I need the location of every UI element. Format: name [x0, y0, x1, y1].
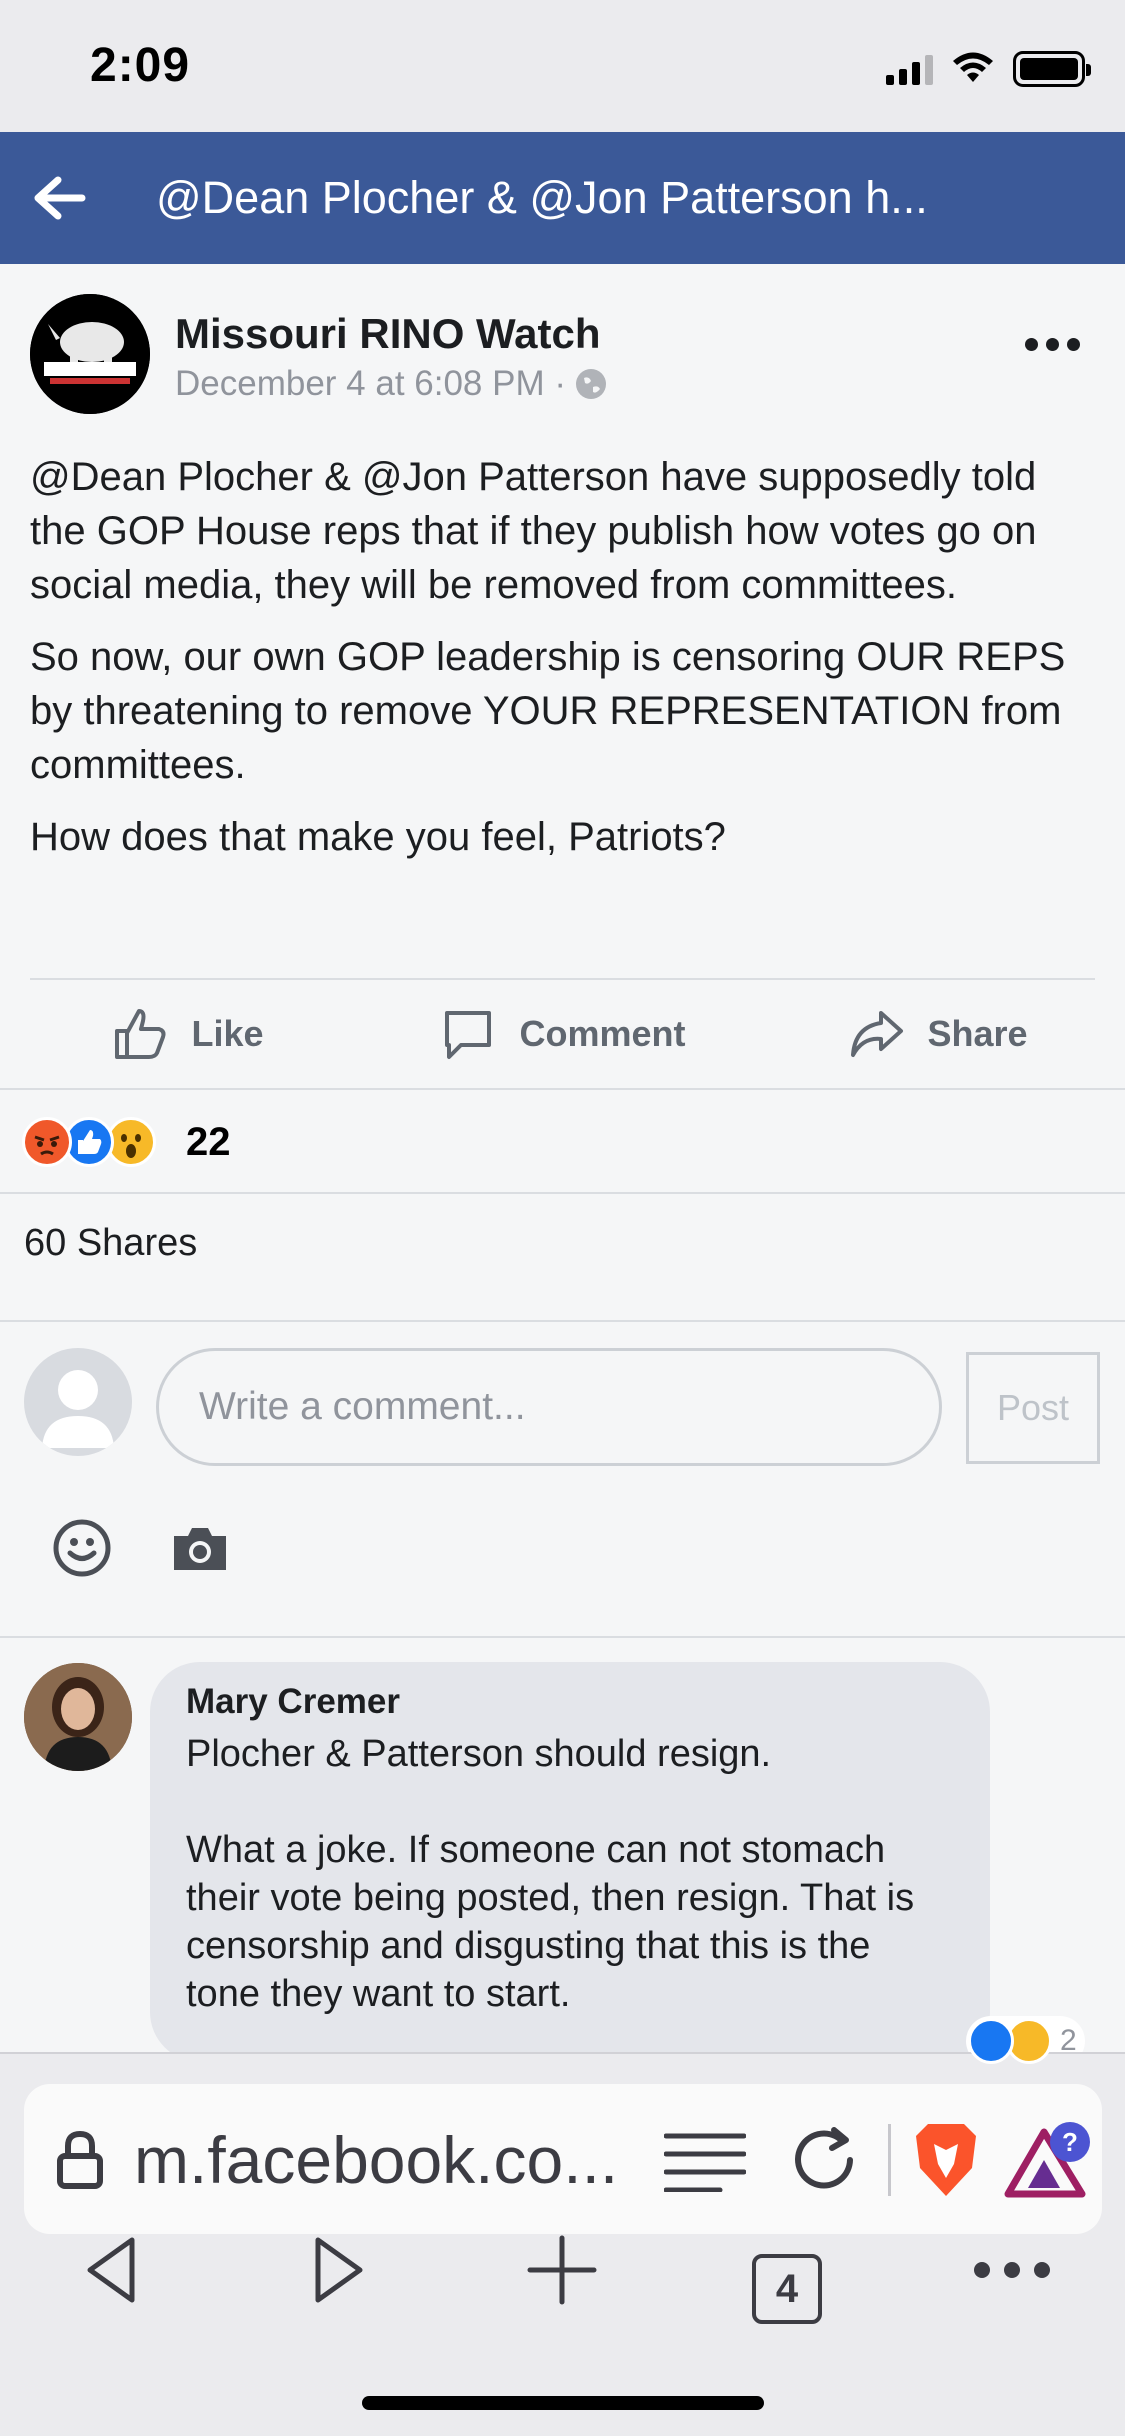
- wifi-icon: [953, 52, 993, 82]
- reload-icon[interactable]: [788, 2124, 862, 2196]
- comment-input[interactable]: Write a comment...: [156, 1348, 942, 1466]
- post-paragraph: @Dean Plocher & @Jon Patterson have supp…: [30, 455, 1037, 607]
- comment-placeholder: Write a comment...: [199, 1385, 526, 1428]
- thumbs-up-icon: [115, 1009, 166, 1059]
- like-button[interactable]: Like: [0, 980, 375, 1088]
- arrow-left-icon[interactable]: [30, 172, 90, 224]
- comment-text: Plocher & Patterson should resign. What …: [186, 1733, 915, 2015]
- divider: [888, 2124, 891, 2196]
- browser-toolbar: m.facebook.co... ? 4: [0, 2052, 1125, 2436]
- comment-author[interactable]: Mary Cremer: [186, 1682, 954, 1722]
- svg-text:?: ?: [1062, 2127, 1078, 2157]
- home-indicator[interactable]: [362, 2396, 764, 2410]
- user-avatar: [24, 1348, 132, 1456]
- chevron-right-icon[interactable]: [312, 2234, 366, 2306]
- divider: [0, 1192, 1125, 1194]
- brave-rewards-icon[interactable]: ?: [1004, 2120, 1090, 2200]
- comment-label: Comment: [519, 1013, 686, 1054]
- like-label: Like: [191, 1013, 264, 1054]
- share-label: Share: [927, 1013, 1028, 1054]
- tabs-icon[interactable]: 4: [752, 2254, 822, 2324]
- share-arrow-icon: [851, 1011, 904, 1057]
- reader-mode-icon[interactable]: [664, 2132, 746, 2192]
- reactions-summary[interactable]: 22: [22, 1115, 231, 1169]
- page-name[interactable]: Missouri RINO Watch: [175, 310, 600, 358]
- commenter-avatar[interactable]: [24, 1663, 132, 1771]
- chevron-left-icon[interactable]: [84, 2234, 138, 2306]
- post-actions: Like Comment Share: [0, 980, 1125, 1088]
- brave-shield-icon[interactable]: [910, 2120, 982, 2200]
- globe-icon: [576, 369, 606, 399]
- plus-icon[interactable]: [526, 2234, 598, 2306]
- post-timestamp-text: December 4 at 6:08 PM ·: [175, 364, 566, 403]
- ellipsis-icon[interactable]: [972, 2260, 1052, 2280]
- nav-header: @Dean Plocher & @Jon Patterson h...: [0, 132, 1125, 264]
- post-comment-button[interactable]: Post: [966, 1352, 1100, 1464]
- status-time: 2:09: [90, 39, 191, 92]
- nav-title: @Dean Plocher & @Jon Patterson h...: [156, 172, 928, 223]
- rhino-logo-icon: [30, 294, 150, 414]
- shares-count[interactable]: 60 Shares: [24, 1222, 197, 1265]
- post-body: @Dean Plocher & @Jon Patterson have supp…: [30, 450, 1100, 882]
- divider: [0, 1088, 1125, 1090]
- share-button[interactable]: Share: [750, 980, 1125, 1088]
- battery-icon: [1013, 51, 1091, 87]
- post-paragraph: How does that make you feel, Patriots?: [30, 815, 726, 859]
- divider: [0, 1636, 1125, 1638]
- reaction-count: 22: [186, 1119, 231, 1164]
- url-text: m.facebook.co...: [134, 2123, 619, 2197]
- more-icon[interactable]: [1025, 332, 1085, 356]
- address-bar[interactable]: m.facebook.co... ?: [24, 2084, 1102, 2234]
- comment-button[interactable]: Comment: [375, 980, 750, 1088]
- post-timestamp[interactable]: December 4 at 6:08 PM ·: [175, 364, 606, 404]
- post-header: Missouri RINO Watch December 4 at 6:08 P…: [0, 264, 1125, 444]
- like-reaction-icon: [968, 2018, 1014, 2064]
- angry-reaction-icon: [22, 1117, 72, 1167]
- divider: [0, 1320, 1125, 1322]
- comment-bubble: Mary Cremer Plocher & Patterson should r…: [150, 1662, 990, 2062]
- camera-icon[interactable]: [170, 1522, 230, 1576]
- post-paragraph: So now, our own GOP leadership is censor…: [30, 635, 1066, 787]
- status-icons: [886, 48, 1091, 90]
- status-bar: 2:09: [0, 0, 1125, 132]
- signal-icon: [886, 53, 933, 85]
- emoji-icon[interactable]: [52, 1518, 112, 1578]
- comment-bubble-icon: [445, 1011, 492, 1059]
- lock-icon: [57, 2130, 103, 2189]
- page-avatar[interactable]: [30, 294, 150, 414]
